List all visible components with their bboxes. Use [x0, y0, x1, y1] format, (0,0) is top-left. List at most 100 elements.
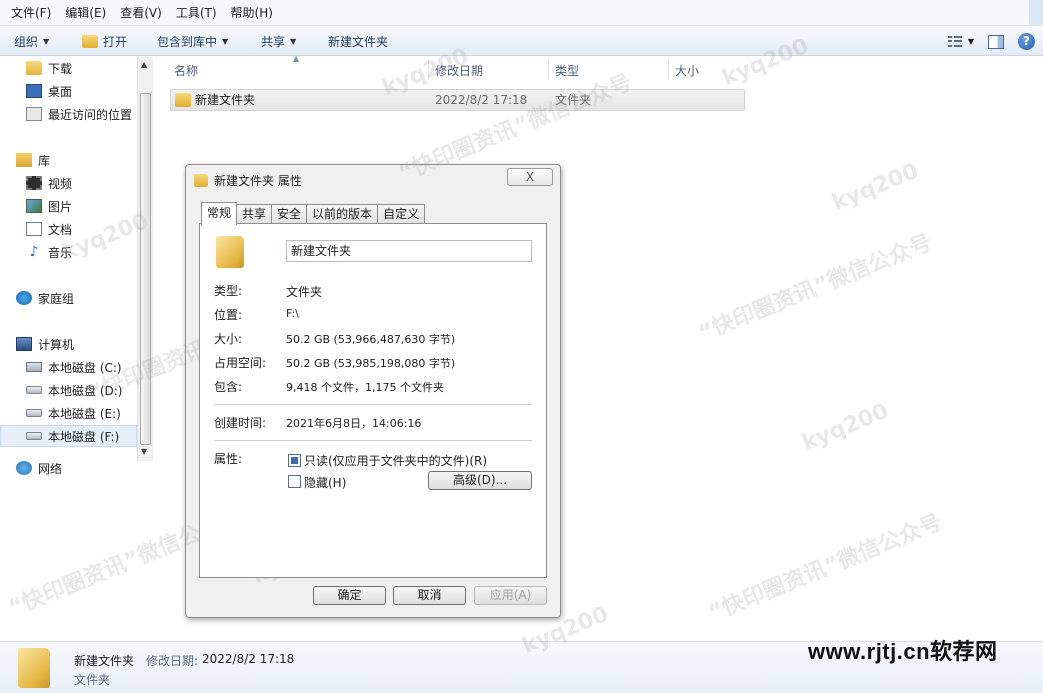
column-header-modified[interactable]: 修改日期	[435, 57, 483, 83]
scroll-up-arrow-icon[interactable]: ▲	[141, 60, 147, 69]
readonly-label[interactable]: 只读(仅应用于文件夹中的文件)(R)	[304, 452, 487, 469]
change-view-button[interactable]: ▼	[947, 35, 974, 48]
nav-item-documents[interactable]: 文档	[26, 218, 72, 240]
column-label: 名称	[174, 63, 199, 78]
include-library-button[interactable]: 包含到库中 ▼	[157, 27, 228, 56]
column-header-type[interactable]: 类型	[555, 57, 579, 83]
system-disk-icon	[26, 362, 42, 372]
nav-item-disk-f[interactable]: 本地磁盘 (F:)	[0, 425, 137, 447]
computer-icon	[16, 337, 32, 351]
include-library-label: 包含到库中	[157, 34, 218, 49]
nav-item-network[interactable]: 网络	[16, 457, 62, 479]
readonly-checkbox[interactable]	[288, 454, 301, 467]
chevron-down-icon: ▼	[967, 37, 974, 46]
column-divider[interactable]	[428, 60, 429, 80]
tab-sharing[interactable]: 共享	[236, 204, 273, 224]
help-icon[interactable]: ?	[1018, 33, 1035, 50]
tab-general[interactable]: 常规	[201, 202, 238, 225]
nav-item-disk-c[interactable]: 本地磁盘 (C:)	[26, 356, 122, 378]
scroll-down-arrow-icon[interactable]: ▼	[141, 447, 147, 456]
nav-label: 库	[38, 153, 51, 168]
tab-strip: 常规 共享 安全 以前的版本 自定义	[201, 202, 426, 225]
documents-icon	[26, 222, 42, 236]
nav-item-pictures[interactable]: 图片	[26, 195, 72, 217]
nav-label: 网络	[38, 461, 63, 476]
preview-pane-icon[interactable]	[988, 34, 1004, 49]
menu-file[interactable]: 文件(F)	[4, 0, 58, 26]
nav-item-library[interactable]: 库	[16, 149, 50, 171]
column-divider[interactable]	[548, 60, 549, 80]
cancel-button[interactable]: 取消	[393, 586, 466, 605]
tab-security[interactable]: 安全	[271, 204, 308, 224]
nav-item-downloads[interactable]: 下载	[26, 57, 72, 79]
file-modified: 2022/8/2 17:18	[435, 93, 528, 107]
close-button[interactable]: X	[507, 168, 553, 186]
apply-button[interactable]: 应用(A)	[474, 586, 547, 605]
ok-button[interactable]: 确定	[313, 586, 386, 605]
menu-bar: 文件(F) 编辑(E) 查看(V) 工具(T) 帮助(H)	[0, 0, 1043, 26]
sort-arrow-icon: ▲	[293, 54, 300, 63]
nav-label: 本地磁盘 (C:)	[48, 360, 122, 375]
size-value: 50.2 GB (53,966,487,630 字节)	[286, 333, 456, 346]
hidden-label[interactable]: 隐藏(H)	[304, 474, 346, 491]
menu-tools[interactable]: 工具(T)	[169, 0, 224, 26]
chevron-down-icon: ▼	[43, 36, 50, 46]
column-header-name[interactable]: 名称	[174, 57, 198, 83]
nav-label: 音乐	[48, 245, 73, 260]
nav-label: 本地磁盘 (F:)	[48, 429, 120, 444]
column-label: 类型	[555, 63, 580, 78]
nav-item-recent[interactable]: 最近访问的位置	[26, 103, 132, 125]
open-button[interactable]: 打开	[82, 27, 127, 56]
folder-icon	[18, 648, 50, 688]
general-tab-panel: 新建文件夹 类型: 文件夹 位置: F:\ 大小: 50.2 GB (53,96…	[199, 223, 547, 578]
menu-view[interactable]: 查看(V)	[113, 0, 169, 26]
organize-label: 组织	[14, 34, 39, 49]
nav-item-video[interactable]: 视频	[26, 172, 72, 194]
disk-icon	[26, 432, 42, 440]
homegroup-icon	[16, 291, 32, 305]
nav-item-homegroup[interactable]: 家庭组	[16, 287, 74, 309]
watermark-slogan: “快印圈资讯”微信公众号	[705, 510, 946, 627]
folder-icon	[194, 173, 208, 187]
file-type: 文件夹	[555, 93, 592, 107]
column-divider[interactable]	[668, 60, 669, 80]
details-type: 文件夹	[74, 673, 111, 687]
nav-label: 桌面	[48, 84, 73, 99]
watermark-text: kyq200	[828, 158, 923, 217]
menu-help[interactable]: 帮助(H)	[224, 0, 280, 26]
nav-item-music[interactable]: ♪ 音乐	[26, 241, 72, 263]
nav-item-computer[interactable]: 计算机	[16, 333, 74, 355]
disk-size-label: 占用空间:	[214, 356, 267, 370]
close-icon: X	[525, 170, 535, 184]
tab-customize[interactable]: 自定义	[377, 204, 426, 224]
folder-name-input[interactable]: 新建文件夹	[286, 240, 532, 262]
nav-item-disk-d[interactable]: 本地磁盘 (D:)	[26, 379, 122, 401]
menu-edit[interactable]: 编辑(E)	[58, 0, 113, 26]
tab-previous-versions[interactable]: 以前的版本	[306, 204, 379, 224]
disk-icon	[26, 409, 42, 417]
desktop-icon	[26, 84, 42, 98]
nav-scrollbar[interactable]: ▲ ▼	[137, 57, 153, 461]
column-header-size[interactable]: 大小	[675, 57, 699, 83]
dialog-title-bar: 新建文件夹 属性	[194, 171, 302, 189]
nav-label: 本地磁盘 (D:)	[48, 383, 123, 398]
scrollbar-thumb[interactable]	[140, 93, 151, 445]
disk-icon	[26, 386, 42, 394]
nav-label: 计算机	[38, 337, 75, 352]
hidden-checkbox[interactable]	[288, 475, 301, 488]
location-label: 位置:	[214, 308, 243, 322]
file-name: 新建文件夹	[195, 93, 256, 107]
watermark-text: kyq200	[798, 398, 893, 457]
file-row[interactable]: 新建文件夹 2022/8/2 17:18 文件夹	[170, 89, 745, 111]
new-folder-button[interactable]: 新建文件夹	[328, 27, 388, 56]
properties-dialog: 新建文件夹 属性 X 常规 共享 安全 以前的版本 自定义 新建文件夹 类型: …	[185, 164, 561, 618]
nav-item-desktop[interactable]: 桌面	[26, 80, 72, 102]
nav-item-disk-e[interactable]: 本地磁盘 (E:)	[26, 402, 121, 424]
video-icon	[26, 176, 42, 190]
created-value: 2021年6月8日，14:06:16	[286, 417, 422, 430]
organize-button[interactable]: 组织 ▼	[14, 27, 49, 56]
nav-label: 图片	[48, 199, 73, 214]
share-button[interactable]: 共享 ▼	[261, 27, 296, 56]
advanced-button[interactable]: 高级(D)...	[428, 471, 532, 490]
site-logo-text: www.rjtj.cn软荐网	[808, 639, 998, 664]
